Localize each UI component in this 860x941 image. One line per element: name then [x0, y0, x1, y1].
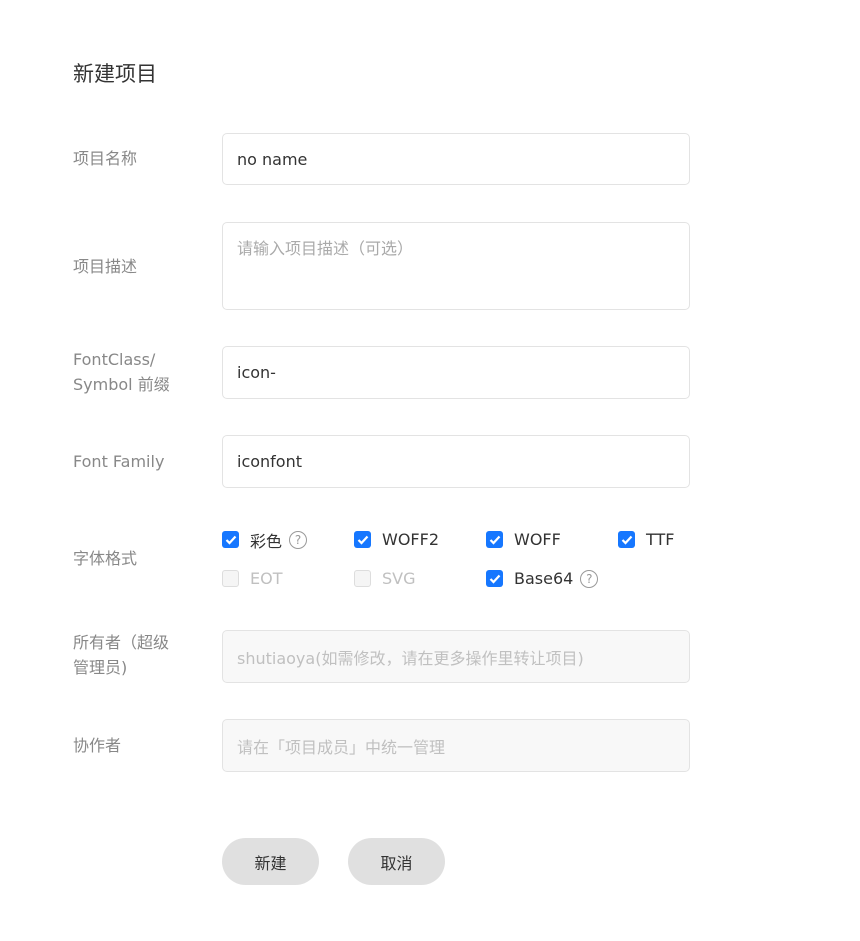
formats-label: 字体格式 — [73, 549, 138, 568]
prefix-label-line2: Symbol 前缀 — [73, 375, 170, 394]
format-label: EOT — [250, 569, 283, 588]
cancel-button[interactable]: 取消 — [348, 838, 445, 885]
prefix-label: FontClass/Symbol 前缀 — [73, 347, 170, 397]
description-label: 项目描述 — [73, 257, 138, 276]
format-checkbox-woff[interactable]: WOFF — [486, 530, 561, 549]
prefix-input[interactable]: icon- — [222, 346, 690, 399]
help-icon[interactable]: ? — [580, 569, 599, 588]
format-checkbox-woff2[interactable]: WOFF2 — [354, 530, 439, 549]
checkbox-checked-icon — [222, 531, 239, 548]
checkbox-checked-icon — [486, 531, 503, 548]
owner-input: shutiaoya(如需修改，请在更多操作里转让项目) — [222, 630, 690, 683]
description-textarea[interactable]: 请输入项目描述（可选） — [222, 222, 690, 310]
owner-label: 所有者（超级 管理员) — [73, 630, 169, 680]
collaborators-input: 请在「项目成员」中统一管理 — [222, 719, 690, 772]
name-label: 项目名称 — [73, 149, 138, 168]
format-checkbox-彩色[interactable]: 彩色? — [222, 530, 308, 551]
name-input[interactable]: no name — [222, 133, 690, 185]
family-input[interactable]: iconfont — [222, 435, 690, 488]
owner-label-line2: 管理员) — [73, 658, 128, 677]
format-label: WOFF2 — [382, 530, 439, 549]
format-checkbox-eot: EOT — [222, 569, 282, 588]
format-checkbox-base64[interactable]: Base64? — [486, 569, 599, 588]
checkbox-checked-icon — [618, 531, 635, 548]
checkbox-checked-icon — [486, 570, 503, 587]
format-label: WOFF — [514, 530, 561, 549]
checkbox-checked-icon — [354, 531, 371, 548]
format-checkbox-ttf[interactable]: TTF — [618, 530, 674, 549]
page-title: 新建项目 — [73, 62, 157, 86]
format-label: Base64 — [514, 569, 574, 588]
owner-label-line1: 所有者（超级 — [73, 633, 170, 652]
collaborators-label: 协作者 — [73, 736, 122, 755]
format-label: SVG — [382, 569, 416, 588]
format-label: TTF — [646, 530, 675, 549]
family-label: Font Family — [73, 452, 165, 471]
format-checkbox-svg: SVG — [354, 569, 416, 588]
description-placeholder: 请输入项目描述（可选） — [237, 239, 414, 258]
create-button[interactable]: 新建 — [222, 838, 319, 885]
checkbox-unchecked-icon — [222, 570, 239, 587]
format-label: 彩色 — [250, 531, 283, 551]
checkbox-unchecked-icon — [354, 570, 371, 587]
prefix-label-line1: FontClass/ — [73, 350, 156, 369]
help-icon[interactable]: ? — [289, 530, 308, 549]
